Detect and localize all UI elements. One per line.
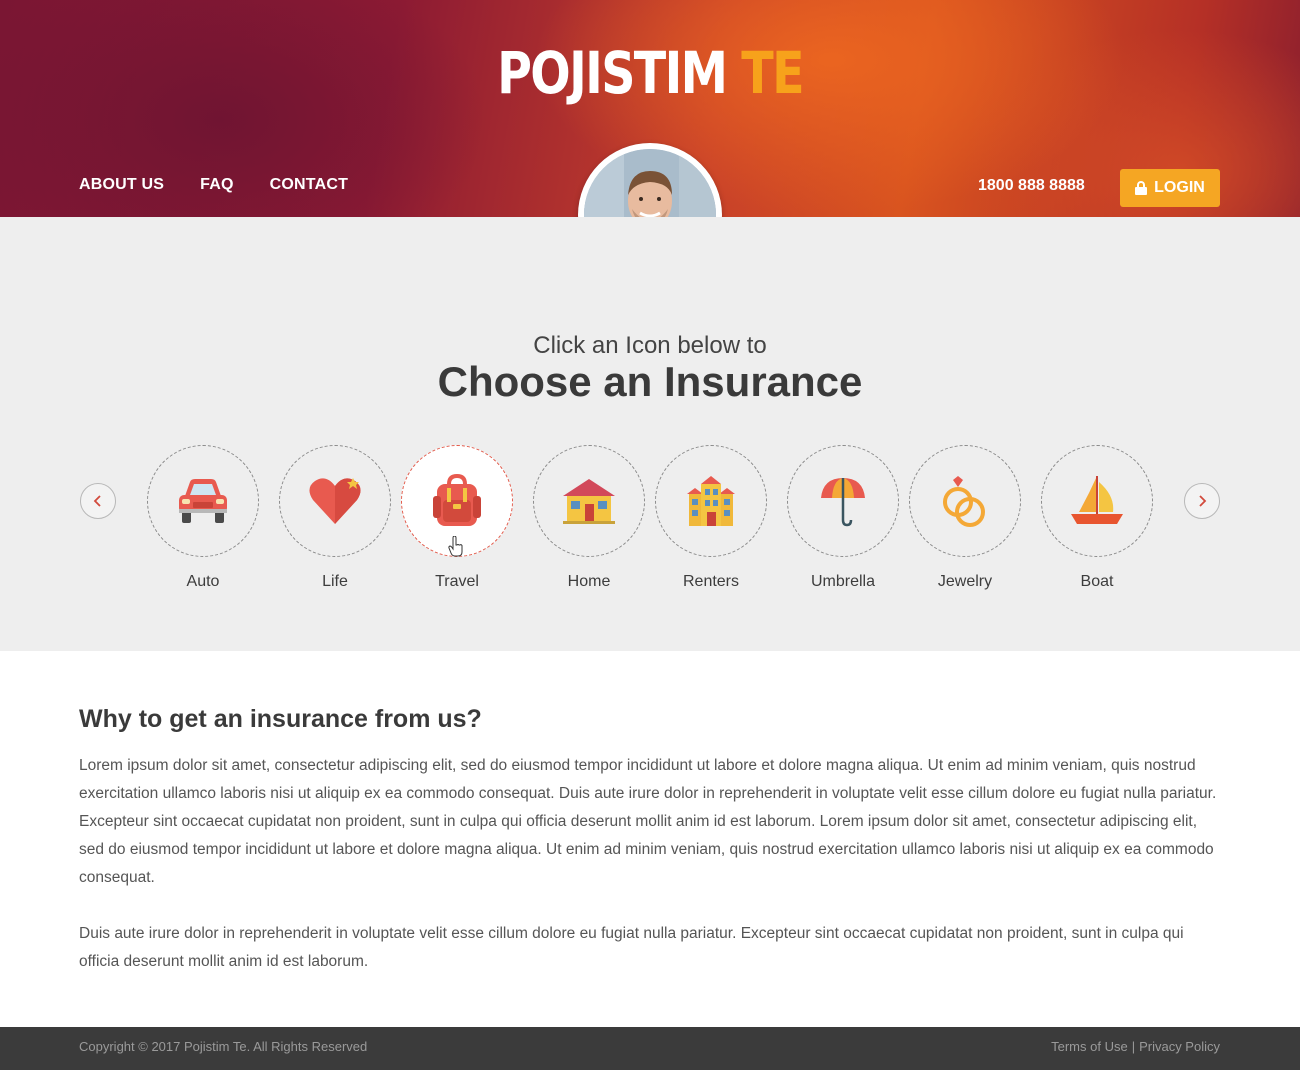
insurance-item-home[interactable]: Home [533, 445, 645, 591]
insurance-item-renters[interactable]: Renters [655, 445, 767, 591]
phone-number[interactable]: 1800 888 8888 [978, 177, 1085, 195]
nav-faq[interactable]: FAQ [200, 176, 234, 194]
chevron-right-icon [1199, 495, 1207, 507]
terms-of-use-link[interactable]: Terms of Use [1051, 1039, 1128, 1054]
why-title: Why to get an insurance from us? [79, 705, 482, 733]
footer-separator: | [1131, 1039, 1136, 1054]
main-nav: ABOUT US FAQ CONTACT [79, 176, 348, 194]
copyright-text: Copyright © 2017 Pojistim Te. All Rights… [79, 1039, 368, 1054]
insurance-label: Life [322, 573, 348, 590]
rings-icon [943, 476, 985, 527]
insurance-label: Auto [186, 573, 220, 590]
chevron-left-icon [93, 495, 101, 507]
nav-about-us[interactable]: ABOUT US [79, 176, 164, 194]
insurance-label: Boat [1080, 573, 1114, 590]
car-icon [179, 479, 227, 523]
insurance-item-jewelry[interactable]: Jewelry [909, 445, 1021, 591]
insurance-label: Umbrella [810, 573, 875, 590]
insurance-item-life[interactable]: Life [279, 445, 391, 591]
why-paragraph: Duis aute irure dolor in reprehenderit i… [79, 925, 1184, 970]
building-icon [687, 476, 735, 526]
footer-links: Terms of Use | Privacy Policy [1051, 1039, 1220, 1054]
insurance-item-umbrella[interactable]: Umbrella [787, 445, 899, 591]
sailboat-icon [1071, 476, 1123, 524]
choose-title: Choose an Insurance [437, 358, 863, 405]
insurance-item-travel[interactable]: Travel [401, 445, 513, 591]
insurance-icon-circle [147, 445, 259, 557]
insurance-icon-circle [1041, 445, 1153, 557]
choose-subtitle: Click an Icon below to [533, 332, 767, 359]
insurance-label: Home [567, 573, 611, 590]
hand-cursor-icon [448, 536, 463, 557]
carousel-prev-button[interactable] [80, 483, 116, 519]
insurance-item-boat[interactable]: Boat [1041, 445, 1153, 591]
why-paragraph: Lorem ipsum dolor sit amet, consectetur … [79, 757, 1217, 886]
insurance-label: Renters [682, 573, 740, 590]
insurance-icon-circle [279, 445, 391, 557]
carousel-next-button[interactable] [1184, 483, 1220, 519]
heart-icon [309, 478, 361, 524]
insurance-icon-circle [533, 445, 645, 557]
login-button[interactable]: LOGIN [1120, 169, 1220, 207]
insurance-icon-circle [787, 445, 899, 557]
insurance-icon-circle [655, 445, 767, 557]
site-logo[interactable]: POJISTIM TE [117, 38, 1183, 108]
nav-contact[interactable]: CONTACT [270, 176, 348, 194]
house-icon [563, 479, 615, 524]
lock-icon [1135, 181, 1148, 195]
logo-accent: TE [741, 39, 804, 107]
logo-main: POJISTIM [497, 39, 728, 107]
insurance-icon-circle [909, 445, 1021, 557]
insurance-item-auto[interactable]: Auto [147, 445, 259, 591]
login-label: LOGIN [1154, 179, 1205, 196]
umbrella-icon [821, 478, 865, 527]
privacy-policy-link[interactable]: Privacy Policy [1139, 1039, 1220, 1054]
insurance-label: Jewelry [937, 573, 993, 590]
backpack-icon [433, 474, 481, 526]
insurance-label: Travel [435, 573, 479, 590]
